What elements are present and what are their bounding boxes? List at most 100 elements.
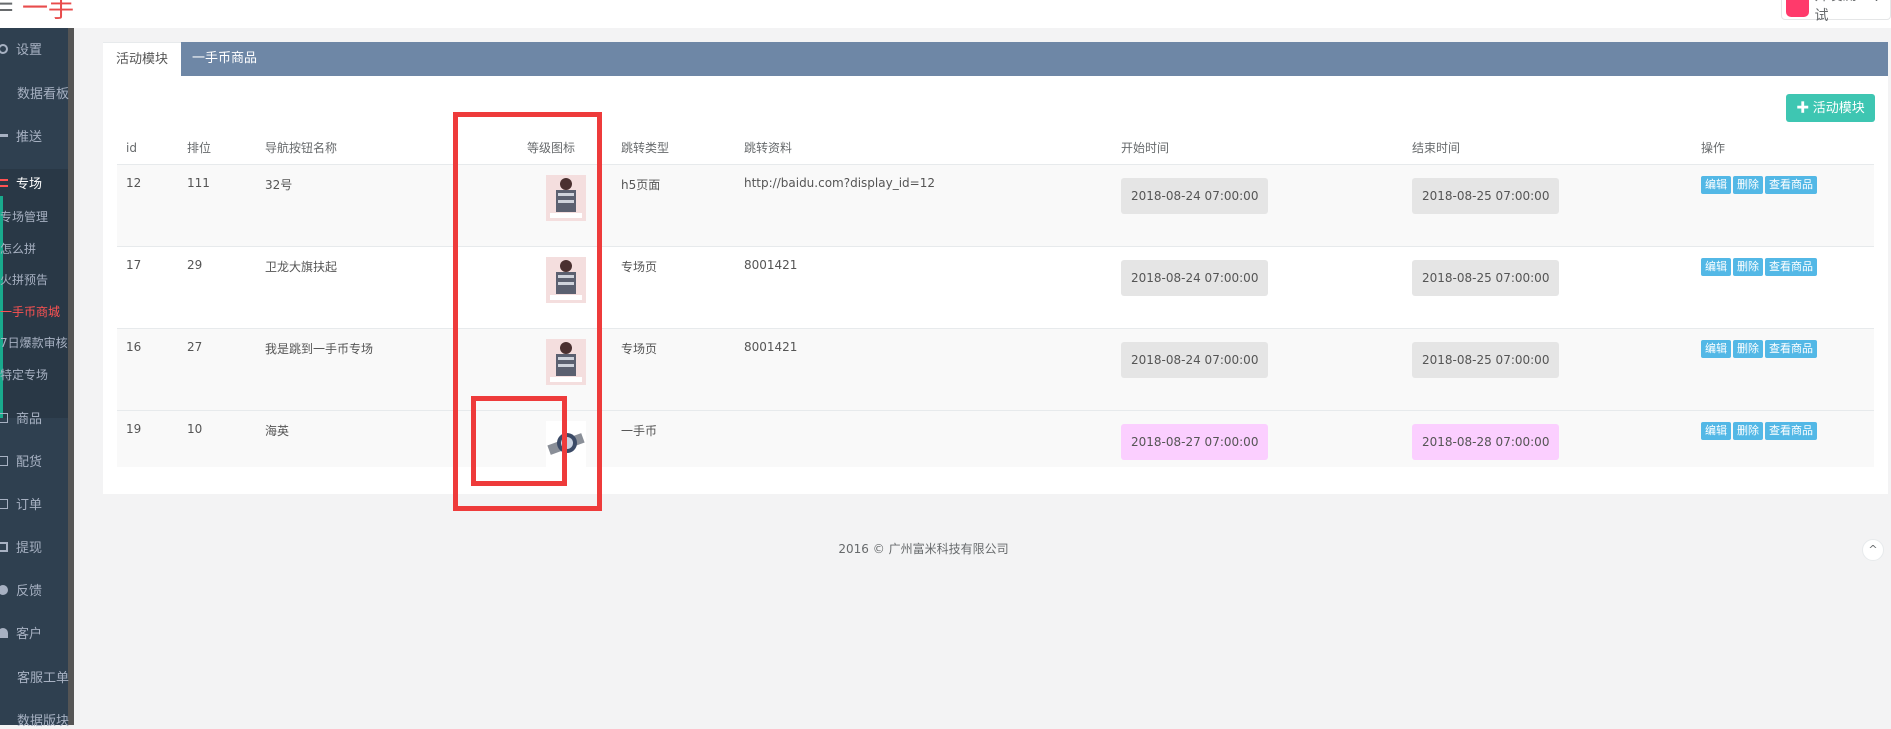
cell-end-time: 2018-08-25 07:00:00 (1403, 164, 1692, 247)
chat-icon (0, 584, 8, 595)
cell-end-time: 2018-08-25 07:00:00 (1403, 328, 1692, 411)
cell-start-time: 2018-08-27 07:00:00 (1112, 410, 1403, 467)
tab-bar: 活动模块 一手币商品 (103, 42, 1888, 76)
start-time-badge: 2018-08-24 07:00:00 (1121, 259, 1269, 296)
sidebar-item-dashboard[interactable]: 数据看板 (0, 83, 70, 102)
add-activity-module-button[interactable]: ✚ 活动模块 (1786, 94, 1875, 122)
footer-copyright: 2016 © 广州富米科技有限公司 (838, 542, 1009, 556)
submenu-item-review[interactable]: 7日爆款审核 (0, 334, 68, 351)
view-goods-button[interactable]: 查看商品 (1765, 421, 1817, 440)
start-time-badge: 2018-08-24 07:00:00 (1121, 177, 1269, 214)
submenu-item-coin-mall[interactable]: 一手币商城 (0, 303, 68, 320)
column-header-actions: 操作 (1692, 132, 1874, 165)
start-time-badge: 2018-08-27 07:00:00 (1121, 423, 1269, 460)
user-icon (0, 627, 8, 638)
cell-jump-data: http://baidu.com?display_id=12 (735, 164, 1112, 247)
delete-button[interactable]: 删除 (1733, 257, 1763, 276)
submenu-item-preview[interactable]: 火拼预告 (0, 271, 68, 288)
cell-id: 16 (117, 328, 178, 411)
cell-actions: 编辑 删除 查看商品 (1692, 328, 1874, 411)
sidebar-item-label: 订单 (16, 498, 43, 513)
sidebar-item-special[interactable]: 专场 (0, 169, 68, 196)
end-time-badge: 2018-08-25 07:00:00 (1412, 341, 1560, 378)
end-time-badge: 2018-08-25 07:00:00 (1412, 177, 1560, 214)
cell-jump-data: 8001421 (735, 246, 1112, 329)
sidebar-item-orders[interactable]: 订单 (0, 494, 68, 513)
delete-button[interactable]: 删除 (1733, 175, 1763, 194)
cell-jump-data (735, 410, 1112, 467)
send-icon (0, 134, 8, 137)
cell-actions: 编辑 删除 查看商品 (1692, 164, 1874, 247)
column-header-jump-type: 跳转类型 (612, 132, 735, 165)
list-icon (0, 498, 8, 509)
view-goods-button[interactable]: 查看商品 (1765, 257, 1817, 276)
cell-jump-type: 专场页 (612, 328, 735, 411)
sidebar-item-distribution[interactable]: 配货 (0, 451, 68, 470)
sidebar-item-data-section[interactable]: 数据版块 (0, 710, 70, 729)
top-navbar: ☰ 一手 开发测试 ˅ (0, 0, 1891, 28)
table-row: 16 27 我是跳到一手币专场 专场页 8001421 2018-08-24 0… (117, 328, 1874, 411)
cell-start-time: 2018-08-24 07:00:00 (1112, 328, 1403, 411)
column-header-rank: 排位 (178, 132, 256, 165)
sidebar-item-tickets[interactable]: 客服工单 (0, 667, 70, 686)
sidebar-item-push[interactable]: 推送 (0, 126, 68, 145)
cell-rank: 29 (178, 246, 256, 329)
content-panel: 活动模块 一手币商品 ✚ 活动模块 id 排位 导航按钮名称 等级图标 跳转类型… (103, 42, 1888, 494)
submenu-item-howto[interactable]: 怎么拼 (0, 240, 68, 257)
cell-jump-type: h5页面 (612, 164, 735, 247)
submenu-item-manage[interactable]: 专场管理 (0, 208, 68, 225)
edit-button[interactable]: 编辑 (1701, 175, 1731, 194)
activity-table: id 排位 导航按钮名称 等级图标 跳转类型 跳转资料 开始时间 结束时间 操作… (117, 132, 1874, 467)
table-row: 19 10 海英 一手币 2018-08-27 07:00:00 2018-08… (117, 410, 1874, 467)
sidebar-item-feedback[interactable]: 反馈 (0, 580, 68, 599)
sidebar-item-label: 反馈 (16, 584, 43, 599)
tab-coin-goods[interactable]: 一手币商品 (179, 42, 270, 76)
app-logo: 一手 (22, 0, 75, 24)
end-time-badge: 2018-08-25 07:00:00 (1412, 259, 1560, 296)
view-goods-button[interactable]: 查看商品 (1765, 175, 1817, 194)
user-dropdown[interactable]: 开发测试 ˅ (1781, 0, 1891, 24)
list-icon (0, 412, 8, 423)
sidebar-item-label: 专场 (16, 177, 43, 192)
table-row: 17 29 卫龙大旗扶起 专场页 8001421 2018-08-24 07:0… (117, 246, 1874, 329)
cell-end-time: 2018-08-28 07:00:00 (1403, 410, 1692, 467)
cell-jump-type: 专场页 (612, 246, 735, 329)
submenu-item-specific[interactable]: 特定专场 (0, 366, 68, 383)
avatar (1786, 0, 1809, 17)
cell-id: 17 (117, 246, 178, 329)
user-name: 开发测试 (1814, 0, 1857, 24)
view-goods-button[interactable]: 查看商品 (1765, 339, 1817, 358)
edit-button[interactable]: 编辑 (1701, 257, 1731, 276)
cell-id: 19 (117, 410, 178, 467)
sidebar-item-customers[interactable]: 客户 (0, 623, 68, 642)
table-row: 12 111 32号 h5页面 http://baidu.com?display… (117, 164, 1874, 247)
sidebar-item-label: 客服工单 (17, 671, 70, 686)
cell-jump-type: 一手币 (612, 410, 735, 467)
sidebar-item-label: 设置 (16, 43, 43, 58)
cell-actions: 编辑 删除 查看商品 (1692, 246, 1874, 329)
cell-start-time: 2018-08-24 07:00:00 (1112, 246, 1403, 329)
list-icon (0, 178, 8, 187)
delete-button[interactable]: 删除 (1733, 421, 1763, 440)
cell-end-time: 2018-08-25 07:00:00 (1403, 246, 1692, 329)
sidebar-item-label: 配货 (16, 455, 43, 470)
chevron-down-icon: ˅ (1873, 0, 1880, 13)
cell-id: 12 (117, 164, 178, 247)
sidebar-item-label: 推送 (16, 130, 43, 145)
edit-button[interactable]: 编辑 (1701, 339, 1731, 358)
sidebar-item-goods[interactable]: 商品 (0, 408, 68, 427)
delete-button[interactable]: 删除 (1733, 339, 1763, 358)
sidebar-item-label: 数据看板 (17, 87, 70, 102)
cell-rank: 27 (178, 328, 256, 411)
sidebar-item-settings[interactable]: 设置 (0, 39, 68, 58)
hamburger-icon[interactable]: ☰ (0, 0, 14, 16)
scroll-to-top-icon[interactable]: ^ (1862, 539, 1884, 561)
column-header-end-time: 结束时间 (1403, 132, 1692, 165)
cell-rank: 111 (178, 164, 256, 247)
edit-button[interactable]: 编辑 (1701, 421, 1731, 440)
sidebar-item-label: 数据版块 (17, 714, 70, 729)
sidebar-item-label: 商品 (16, 412, 43, 427)
sidebar-item-label: 客户 (16, 627, 43, 642)
cell-rank: 10 (178, 410, 256, 467)
tab-activity-module[interactable]: 活动模块 (103, 42, 182, 76)
